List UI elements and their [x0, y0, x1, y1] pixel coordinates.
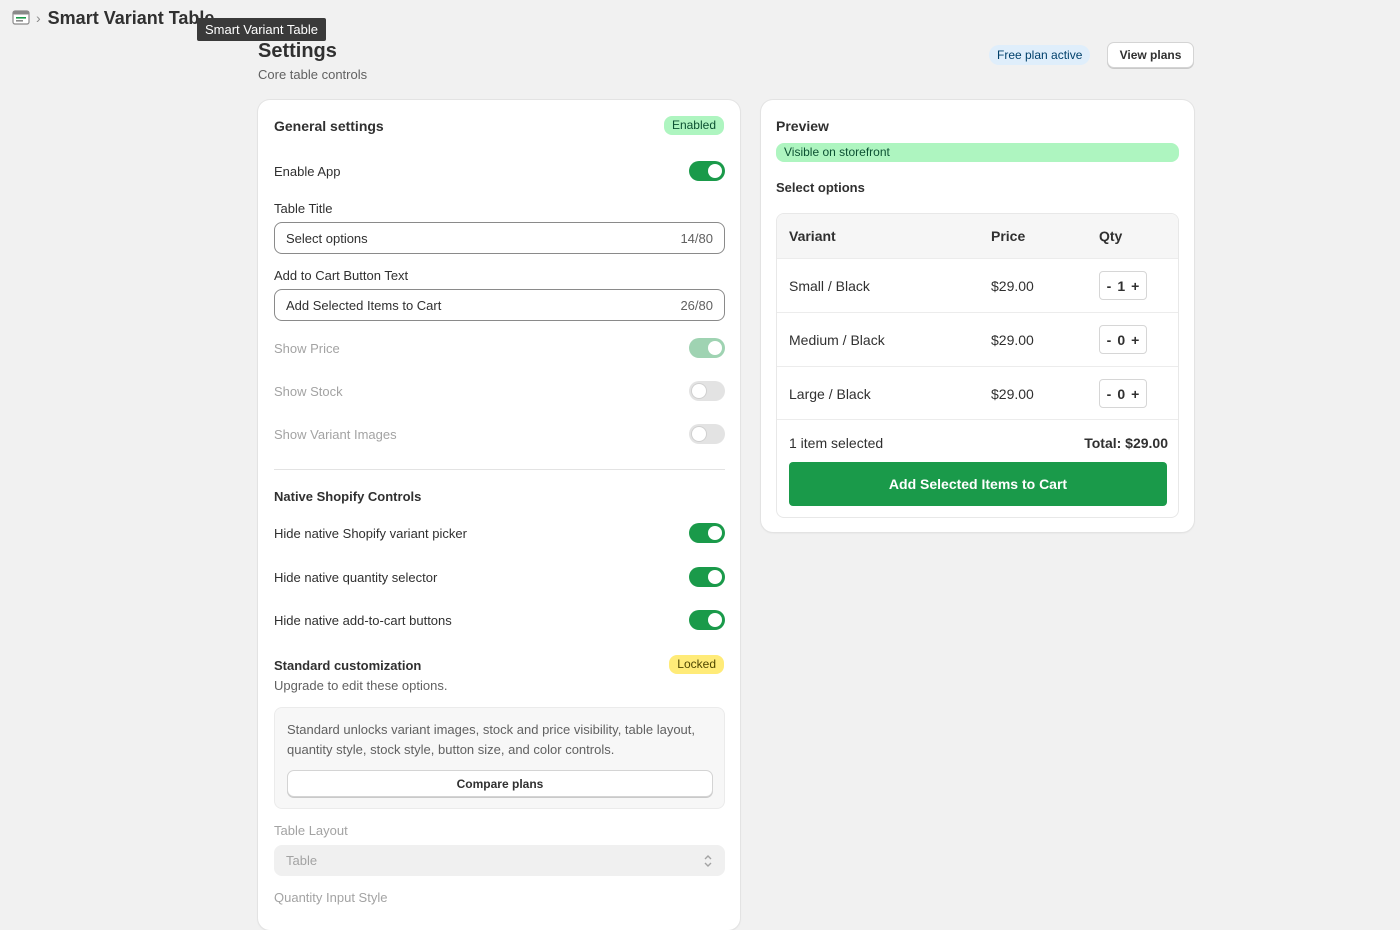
qty-increment-button[interactable]: + — [1131, 278, 1139, 294]
preview-title: Preview — [776, 118, 829, 134]
toggle-knob — [708, 570, 722, 584]
hide-variant-picker-toggle[interactable] — [689, 523, 725, 543]
table-row: Large / Black $29.00 - 0 + — [777, 366, 1178, 420]
qty-value: 0 — [1117, 331, 1126, 348]
preview-table-title: Select options — [776, 180, 865, 195]
cart-button-text-label: Add to Cart Button Text — [274, 268, 409, 283]
native-controls-title: Native Shopify Controls — [274, 489, 422, 504]
show-variant-images-label: Show Variant Images — [274, 427, 397, 442]
qty-increment-button[interactable]: + — [1131, 332, 1139, 348]
topbar: › Smart Variant Table — [12, 6, 214, 30]
show-variant-images-toggle[interactable] — [689, 424, 725, 444]
variant-name: Small / Black — [789, 278, 870, 294]
breadcrumb-separator: › — [36, 10, 41, 26]
quantity-input-style-label: Quantity Input Style — [274, 890, 388, 905]
toggle-knob — [692, 384, 706, 398]
compare-plans-button[interactable]: Compare plans — [287, 770, 713, 797]
enabled-badge: Enabled — [663, 116, 724, 135]
variant-price: $29.00 — [991, 332, 1034, 348]
qty-decrement-button[interactable]: - — [1107, 278, 1112, 294]
variant-price: $29.00 — [991, 386, 1034, 402]
variant-table: Variant Price Qty Small / Black $29.00 -… — [776, 213, 1179, 518]
standard-customization-title: Standard customization — [274, 658, 422, 673]
quantity-stepper[interactable]: - 0 + — [1099, 379, 1147, 408]
qty-increment-button[interactable]: + — [1131, 386, 1139, 402]
toggle-knob — [708, 613, 722, 627]
app-window-icon[interactable] — [12, 10, 30, 26]
variant-name: Medium / Black — [789, 332, 885, 348]
enable-app-toggle[interactable] — [689, 161, 725, 181]
hide-variant-picker-label: Hide native Shopify variant picker — [274, 526, 467, 541]
quantity-stepper[interactable]: - 1 + — [1099, 271, 1147, 300]
hide-quantity-selector-toggle[interactable] — [689, 567, 725, 587]
show-price-label: Show Price — [274, 341, 340, 356]
variant-price: $29.00 — [991, 278, 1034, 294]
app-title-tooltip: Smart Variant Table — [197, 18, 326, 41]
cart-button-text-value: Add Selected Items to Cart — [286, 297, 442, 313]
preview-card: Preview Visible on storefront Select opt… — [761, 100, 1194, 532]
table-layout-value: Table — [286, 853, 318, 868]
table-title-char-count: 14/80 — [680, 230, 713, 246]
page-subtitle: Core table controls — [258, 67, 368, 82]
toggle-knob — [708, 164, 722, 178]
show-stock-label: Show Stock — [274, 384, 343, 399]
column-header-price: Price — [991, 228, 1026, 244]
qty-decrement-button[interactable]: - — [1107, 332, 1112, 348]
view-plans-button[interactable]: View plans — [1107, 42, 1194, 68]
app-title[interactable]: Smart Variant Table — [48, 8, 215, 29]
page-title: Settings — [258, 40, 337, 62]
hide-add-to-cart-toggle[interactable] — [689, 610, 725, 630]
column-header-qty: Qty — [1099, 228, 1123, 244]
toggle-knob — [708, 341, 722, 355]
table-layout-label: Table Layout — [274, 823, 348, 838]
selection-total: Total: $29.00 — [1084, 435, 1168, 451]
qty-value: 0 — [1117, 385, 1126, 402]
select-chevron-icon — [704, 854, 712, 867]
section-divider — [274, 469, 725, 470]
column-header-variant: Variant — [789, 228, 836, 244]
show-price-toggle[interactable] — [689, 338, 725, 358]
table-layout-select[interactable]: Table — [274, 845, 725, 876]
standard-info-box: Standard unlocks variant images, stock a… — [274, 707, 725, 809]
table-title-label: Table Title — [274, 201, 333, 216]
hide-add-to-cart-label: Hide native add-to-cart buttons — [274, 613, 452, 628]
qty-decrement-button[interactable]: - — [1107, 386, 1112, 402]
qty-value: 1 — [1117, 277, 1126, 294]
storefront-status-badge: Visible on storefront — [776, 143, 1179, 162]
table-title-value: Select options — [286, 230, 368, 246]
cart-button-text-input[interactable]: Add Selected Items to Cart 26/80 — [274, 289, 725, 321]
variant-name: Large / Black — [789, 386, 871, 402]
locked-badge: Locked — [669, 655, 724, 674]
hide-quantity-selector-label: Hide native quantity selector — [274, 570, 438, 585]
table-header: Variant Price Qty — [777, 214, 1178, 258]
enable-app-label: Enable App — [274, 164, 341, 179]
selection-summary: 1 item selected Total: $29.00 — [777, 419, 1178, 465]
table-row: Medium / Black $29.00 - 0 + — [777, 312, 1178, 366]
toggle-knob — [708, 526, 722, 540]
items-selected-count: 1 item selected — [789, 435, 884, 451]
quantity-stepper[interactable]: - 0 + — [1099, 325, 1147, 354]
add-selected-to-cart-button[interactable]: Add Selected Items to Cart — [789, 462, 1167, 506]
table-title-input[interactable]: Select options 14/80 — [274, 222, 725, 254]
show-stock-toggle[interactable] — [689, 381, 725, 401]
general-settings-title: General settings — [274, 118, 384, 134]
table-row: Small / Black $29.00 - 1 + — [777, 258, 1178, 312]
upgrade-description: Upgrade to edit these options. — [274, 678, 448, 693]
plan-status-badge: Free plan active — [989, 45, 1091, 65]
standard-info-text: Standard unlocks variant images, stock a… — [287, 722, 696, 757]
cart-button-text-char-count: 26/80 — [680, 297, 713, 313]
general-settings-card: General settings Enabled Enable App Tabl… — [258, 100, 740, 930]
toggle-knob — [692, 427, 706, 441]
